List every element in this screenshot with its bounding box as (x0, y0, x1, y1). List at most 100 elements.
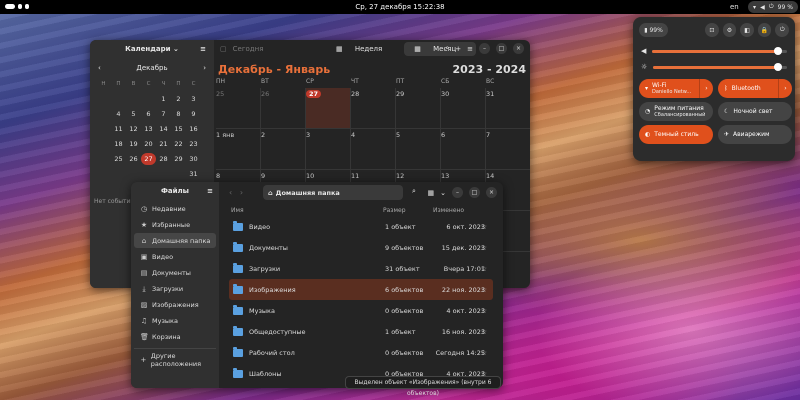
file-row[interactable]: Рабочий стол 0 объектов Сегодня 14:25 ☆ (229, 342, 493, 363)
airplane-mode-toggle[interactable]: ✈ Авиарежим (718, 125, 792, 144)
view-grid-icon[interactable]: ▦ (428, 189, 435, 197)
sidebar-item[interactable]: ▣ Видео (134, 249, 216, 264)
minimize-button[interactable]: – (452, 187, 463, 198)
mini-day[interactable]: 20 (141, 138, 156, 150)
chevron-right-icon[interactable]: › (699, 79, 713, 98)
file-row[interactable]: Музыка 0 объектов 4 окт. 2023 ☆ (229, 300, 493, 321)
day-cell[interactable]: 30 (441, 88, 486, 129)
mini-day[interactable]: 13 (141, 123, 156, 135)
sidebar-item[interactable]: ◷ Недавние (134, 201, 216, 216)
power-mode-toggle[interactable]: ◔ Режим питания Сбалансированный (639, 102, 713, 121)
maximize-button[interactable]: □ (469, 187, 480, 198)
day-cell[interactable]: 7 (486, 129, 530, 170)
mini-day[interactable]: 1 (156, 93, 171, 105)
next-month-button[interactable]: › (203, 64, 206, 72)
screen-rotate-icon[interactable]: ◧ (740, 23, 754, 37)
close-button[interactable]: × (513, 43, 524, 54)
file-row[interactable]: Изображения 6 объектов 22 ноя. 2023 ☆ (229, 279, 493, 300)
menu-icon[interactable]: ≡ (207, 187, 213, 195)
day-cell[interactable]: 2 (261, 129, 306, 170)
file-row[interactable]: Документы 9 объектов 15 дек. 2023 ☆ (229, 237, 493, 258)
mini-day[interactable]: 19 (126, 138, 141, 150)
calendars-dropdown[interactable]: Календари ⌄ ≡ (90, 40, 214, 58)
col-name[interactable]: Имя (231, 207, 383, 214)
chevron-down-icon[interactable]: ⌄ (440, 189, 446, 197)
sidebar-item[interactable]: ⌂ Домашняя папка (134, 233, 216, 248)
brightness-slider[interactable] (653, 62, 787, 71)
system-tray[interactable]: ▾ ◀ ⏻ 99 % (748, 1, 798, 13)
file-row[interactable]: Видео 1 объект 6 окт. 2023 ☆ (229, 216, 493, 237)
today-button[interactable]: Сегодня (233, 45, 264, 53)
volume-slider[interactable] (652, 46, 787, 55)
day-cell[interactable]: 31 (486, 88, 530, 129)
mini-day[interactable]: 31 (186, 168, 201, 180)
mini-day[interactable]: 4 (111, 108, 126, 120)
wifi-toggle[interactable]: ▾ Wi-Fi Daniello Netw... › (639, 79, 713, 98)
mini-day[interactable]: 28 (156, 153, 171, 165)
bluetooth-toggle[interactable]: ᛒ Bluetooth › (718, 79, 792, 98)
mini-day[interactable]: 27 (141, 153, 156, 165)
add-icon[interactable]: + (455, 45, 461, 53)
power-icon[interactable]: ⏻ (775, 23, 789, 37)
day-cell[interactable]: 26 (261, 88, 306, 129)
star-icon[interactable]: ☆ (481, 286, 487, 294)
mini-day[interactable]: 18 (111, 138, 126, 150)
day-cell[interactable]: 6 (441, 129, 486, 170)
star-icon[interactable]: ☆ (481, 223, 487, 231)
back-forward-buttons[interactable]: ‹ › (229, 188, 243, 197)
mini-day[interactable]: 6 (141, 108, 156, 120)
mini-day[interactable]: 11 (111, 123, 126, 135)
sidebar-item[interactable]: 🗑 Корзина (134, 329, 216, 344)
mini-day[interactable]: 23 (186, 138, 201, 150)
sidebar-item[interactable]: ⤓ Загрузки (134, 281, 216, 296)
path-bar[interactable]: ⌂ Домашняя папка (263, 185, 403, 200)
settings-icon[interactable]: ⚙ (722, 23, 737, 37)
menu-icon[interactable]: ≡ (467, 45, 473, 53)
minimize-button[interactable]: – (479, 43, 490, 54)
day-cell[interactable]: 29 (396, 88, 441, 129)
prev-month-button[interactable]: ‹ (98, 64, 101, 72)
day-cell[interactable]: 5 (396, 129, 441, 170)
mini-day[interactable]: 15 (171, 123, 186, 135)
day-cell[interactable]: 28 (351, 88, 396, 129)
menu-icon[interactable]: ≡ (200, 45, 206, 53)
mini-day[interactable]: 12 (126, 123, 141, 135)
clock[interactable]: Ср, 27 декабря 15:22:38 (0, 3, 800, 11)
day-cell[interactable]: 25 (216, 88, 261, 129)
mini-day[interactable]: 16 (186, 123, 201, 135)
maximize-button[interactable]: □ (496, 43, 507, 54)
sidebar-item[interactable]: ♫ Музыка (134, 313, 216, 328)
mini-day[interactable]: 5 (126, 108, 141, 120)
mini-day[interactable]: 7 (156, 108, 171, 120)
mini-day[interactable]: 21 (156, 138, 171, 150)
mini-day[interactable]: 8 (171, 108, 186, 120)
day-cell[interactable]: 27 (306, 88, 351, 129)
col-size[interactable]: Размер (383, 207, 433, 214)
mini-day[interactable]: 30 (186, 153, 201, 165)
day-cell[interactable]: 3 (306, 129, 351, 170)
mini-day[interactable]: 3 (186, 93, 201, 105)
mini-day[interactable]: 22 (171, 138, 186, 150)
keyboard-layout[interactable]: en (730, 3, 739, 11)
star-icon[interactable]: ☆ (481, 307, 487, 315)
mini-day[interactable]: 26 (126, 153, 141, 165)
battery-pill[interactable]: ▮ 99% (639, 23, 669, 37)
close-button[interactable]: × (486, 187, 497, 198)
mini-day[interactable]: 29 (171, 153, 186, 165)
day-cell[interactable]: 1 янв (216, 129, 261, 170)
search-icon[interactable]: ⌕ (445, 44, 449, 53)
screenshot-icon[interactable]: ⊡ (705, 23, 719, 37)
star-icon[interactable]: ☆ (481, 328, 487, 336)
mini-day[interactable]: 9 (186, 108, 201, 120)
tab-week[interactable]: ▦ Неделя (326, 42, 402, 56)
file-row[interactable]: Загрузки 31 объект Вчера 17:01 ☆ (229, 258, 493, 279)
mini-day[interactable]: 14 (156, 123, 171, 135)
mini-day[interactable]: 2 (171, 93, 186, 105)
lock-icon[interactable]: 🔒 (757, 23, 772, 37)
file-row[interactable]: Общедоступные 1 объект 16 ноя. 2023 ☆ (229, 321, 493, 342)
star-icon[interactable]: ☆ (481, 349, 487, 357)
mini-day[interactable]: 25 (111, 153, 126, 165)
dark-style-toggle[interactable]: ◐ Темный стиль (639, 125, 713, 144)
search-icon[interactable]: ⌕ (412, 187, 416, 196)
sidebar-item[interactable]: ★ Избранные (134, 217, 216, 232)
